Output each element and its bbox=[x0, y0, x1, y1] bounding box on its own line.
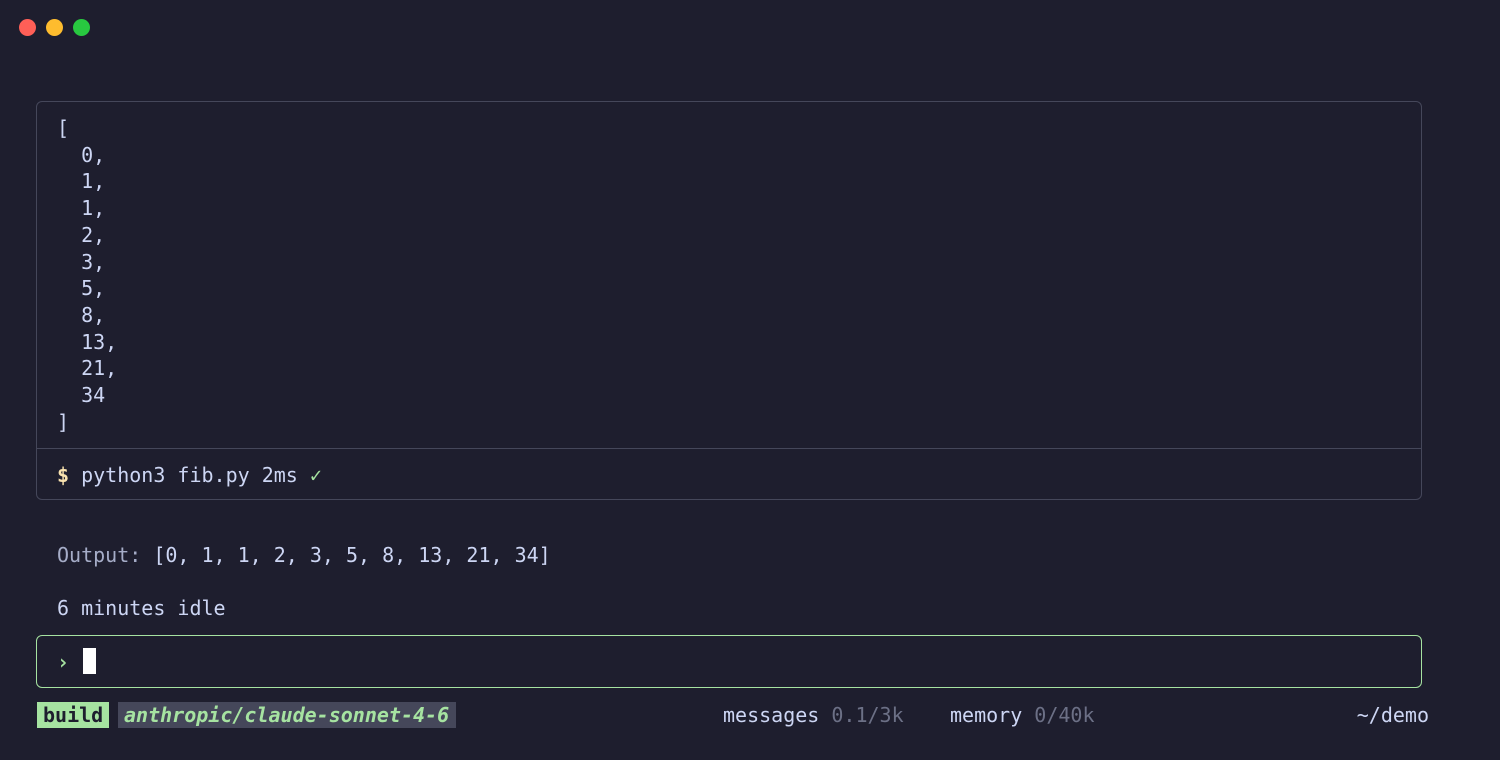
text-cursor bbox=[83, 648, 96, 674]
output-line: 34 bbox=[57, 383, 106, 408]
close-window-button[interactable] bbox=[19, 19, 36, 36]
memory-value: 0/40k bbox=[1034, 703, 1095, 727]
memory-label: memory bbox=[950, 703, 1023, 727]
window-controls bbox=[19, 19, 90, 36]
output-value: [0, 1, 1, 2, 3, 5, 8, 13, 21, 34] bbox=[153, 543, 551, 567]
output-line: ] bbox=[57, 409, 70, 434]
idle-status: 6 minutes idle bbox=[57, 596, 226, 620]
output-line: 0, bbox=[57, 142, 106, 167]
status-bar: build anthropic/claude-sonnet-4-6 messag… bbox=[0, 700, 1500, 730]
output-line: 1, bbox=[57, 196, 106, 221]
memory-stat: memory 0/40k bbox=[950, 702, 1095, 728]
assistant-output-line: Output: [0, 1, 1, 2, 3, 5, 8, 13, 21, 34… bbox=[57, 540, 551, 570]
output-line: [ bbox=[57, 116, 70, 140]
output-line: 13, bbox=[57, 329, 118, 354]
success-check-icon: ✓ bbox=[309, 463, 322, 487]
command-line: $ python3 fib.py 2ms ✓ bbox=[57, 460, 322, 490]
command-duration: 2ms bbox=[261, 463, 298, 487]
maximize-window-button[interactable] bbox=[73, 19, 90, 36]
messages-stat: messages 0.1/3k bbox=[723, 702, 904, 728]
working-directory: ~/demo bbox=[1356, 703, 1429, 727]
output-label: Output: bbox=[57, 543, 142, 567]
output-line: 21, bbox=[57, 356, 118, 381]
output-line: 8, bbox=[57, 302, 106, 327]
output-divider bbox=[37, 448, 1421, 449]
command-output-text: [ 0, 1, 1, 2, 3, 5, 8, 13, 21, 34 ] bbox=[57, 115, 117, 435]
messages-label: messages bbox=[723, 703, 820, 727]
mode-badge[interactable]: build bbox=[37, 702, 110, 728]
minimize-window-button[interactable] bbox=[46, 19, 63, 36]
output-line: 2, bbox=[57, 222, 106, 247]
prompt-chevron-icon: › bbox=[57, 650, 70, 674]
shell-prompt-symbol: $ bbox=[57, 463, 70, 487]
command-text: python3 fib.py bbox=[81, 463, 250, 487]
messages-value: 0.1/3k bbox=[831, 703, 904, 727]
tool-output-panel: [ 0, 1, 1, 2, 3, 5, 8, 13, 21, 34 ] $ py… bbox=[36, 101, 1422, 500]
prompt-input[interactable]: › bbox=[36, 635, 1422, 688]
output-line: 3, bbox=[57, 249, 106, 274]
output-line: 5, bbox=[57, 276, 106, 301]
output-line: 1, bbox=[57, 169, 106, 194]
model-badge[interactable]: anthropic/claude-sonnet-4-6 bbox=[118, 702, 457, 728]
